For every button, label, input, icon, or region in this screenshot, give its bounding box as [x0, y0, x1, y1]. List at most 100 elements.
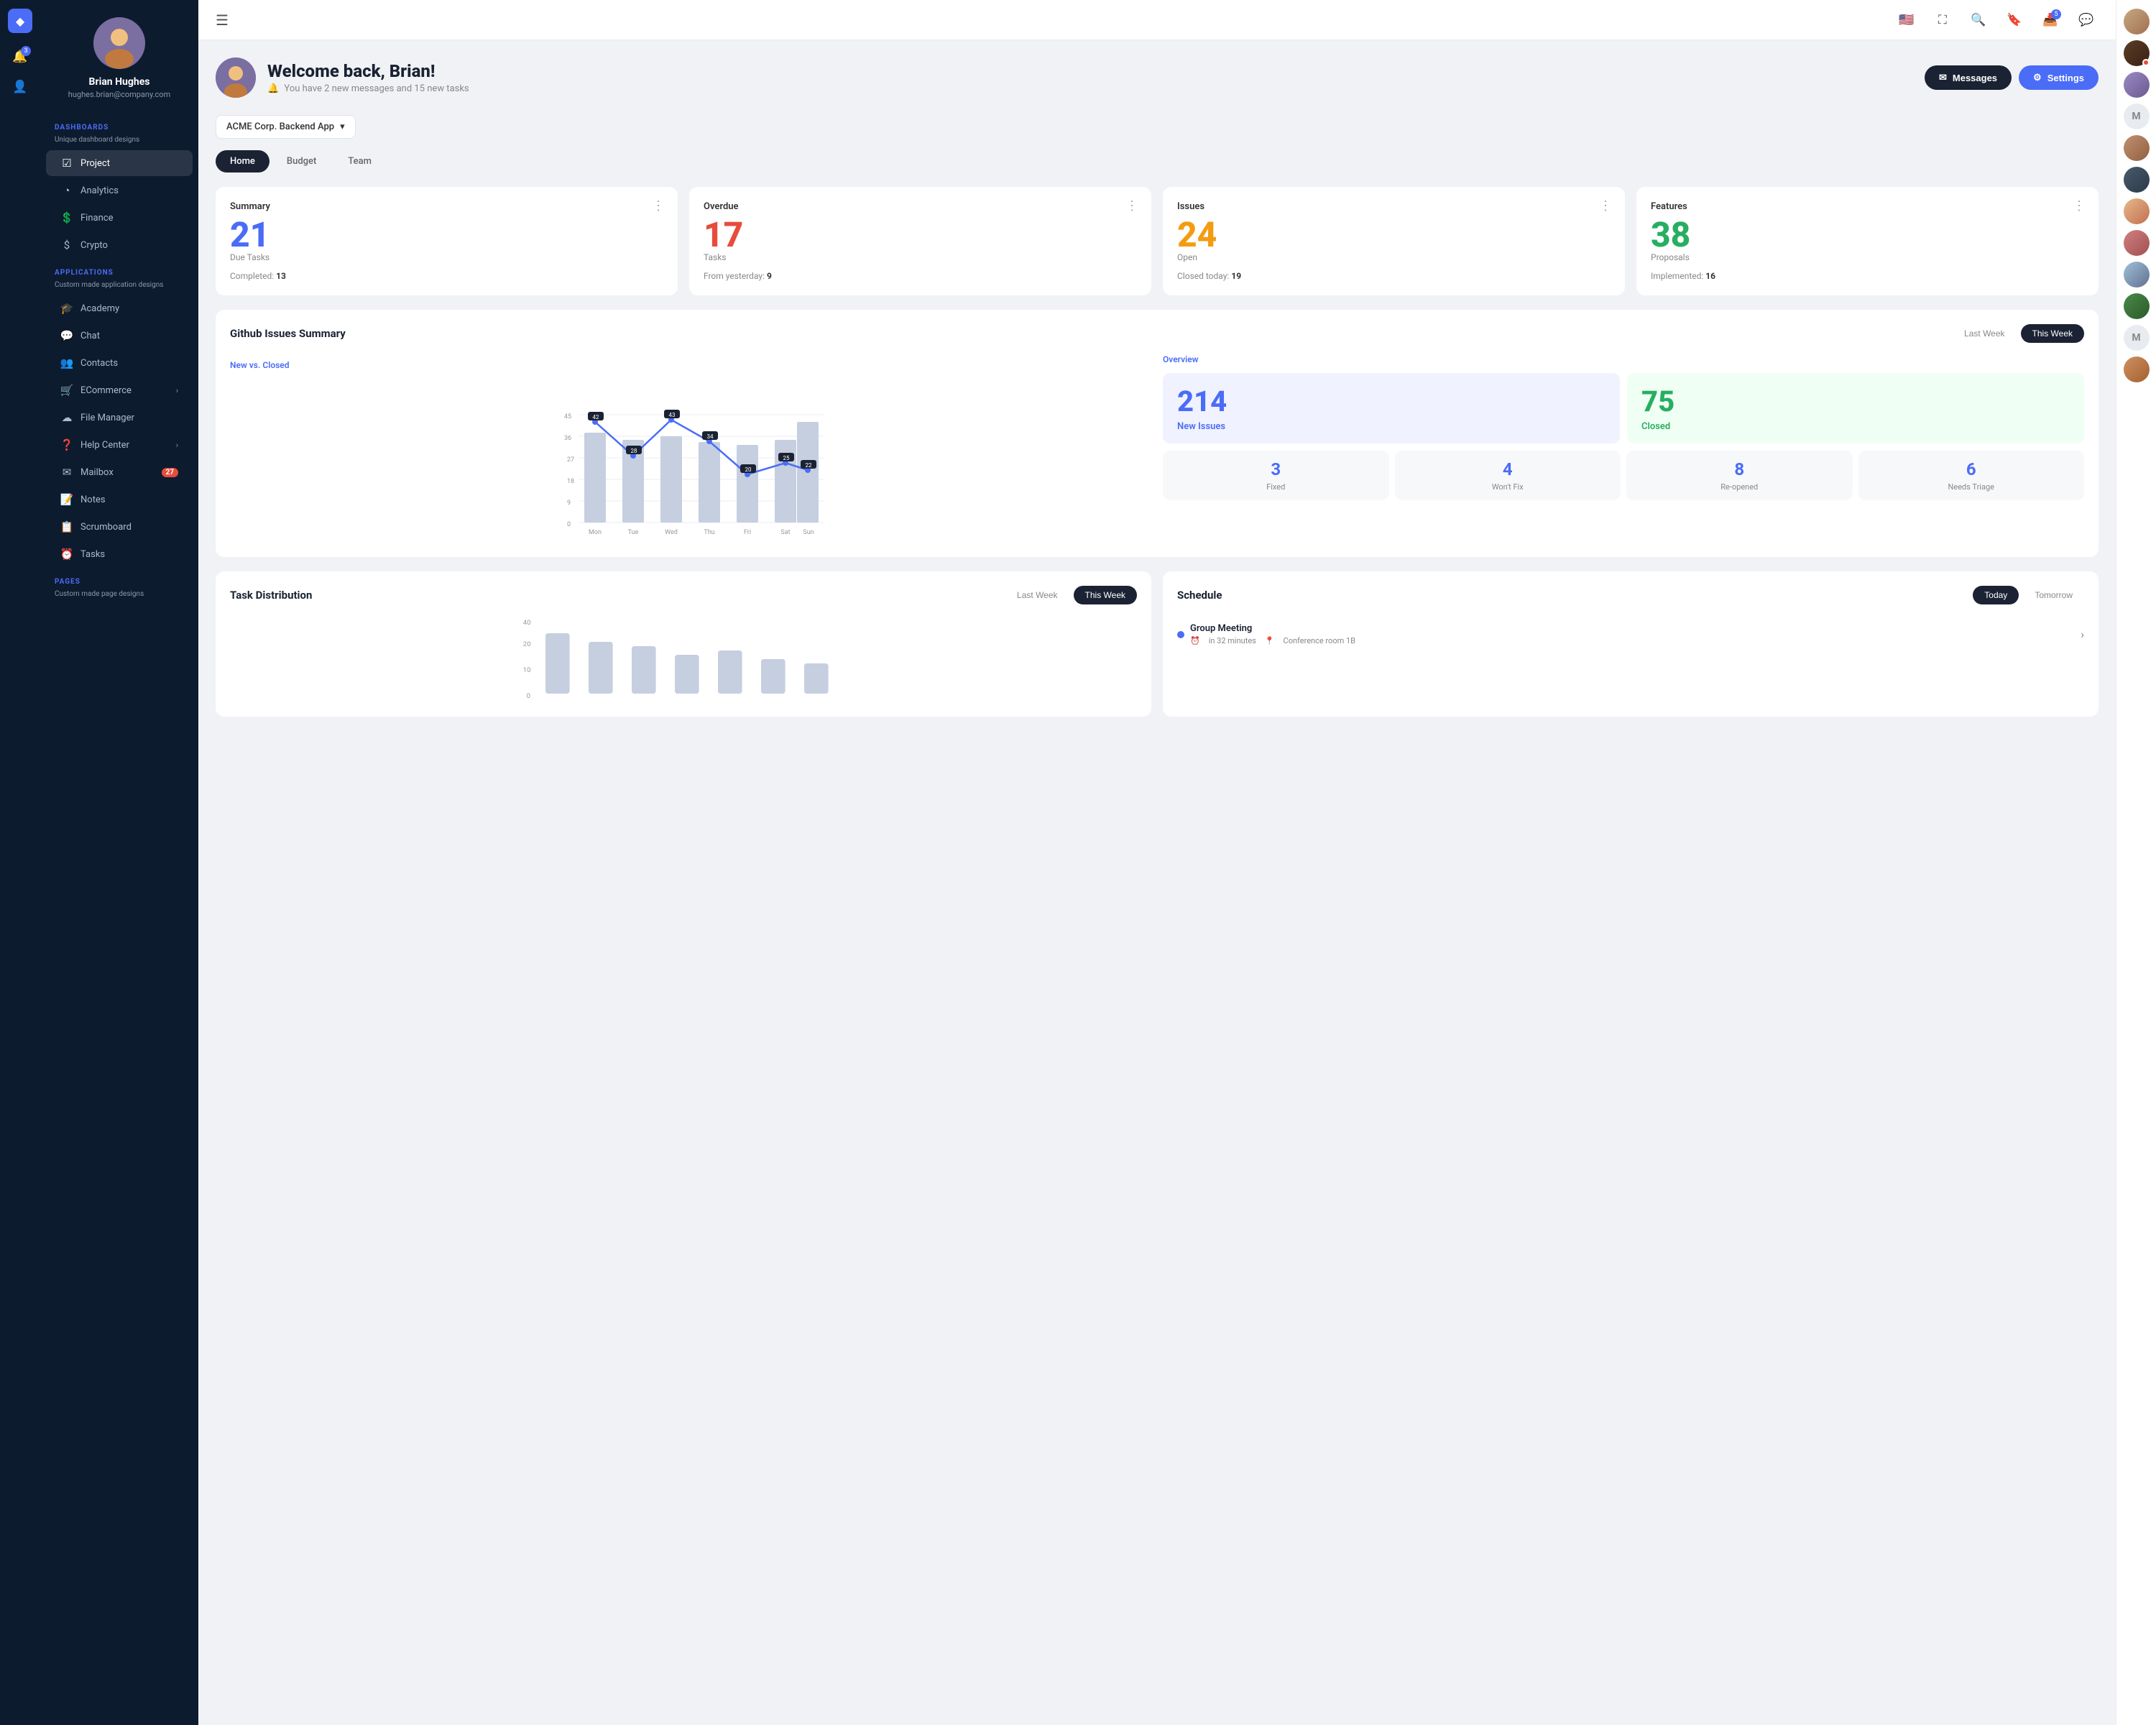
search-icon[interactable]: 🔍: [1966, 8, 1991, 32]
sidebar-item-notes[interactable]: 📝 Notes: [46, 487, 193, 512]
svg-text:Mon: Mon: [589, 529, 602, 536]
settings-button[interactable]: ⚙ Settings: [2019, 65, 2099, 90]
project-selector[interactable]: ACME Corp. Backend App ▾: [216, 115, 356, 139]
stat-overdue-number: 17: [704, 218, 1137, 252]
rp-avatar-2[interactable]: [2124, 72, 2150, 98]
stat-menu-icon[interactable]: ⋮: [1125, 198, 1140, 213]
main-area: ☰ 🇺🇸 ⛶ 🔍 🔖 📥 5 💬 Welcome back, Brian!: [198, 0, 2116, 1725]
stat-card-features: Features ⋮ 38 Proposals Implemented: 16: [1636, 187, 2099, 295]
welcome-avatar: [216, 58, 256, 98]
flag-icon[interactable]: 🇺🇸: [1894, 8, 1919, 32]
github-toggle: Last Week This Week: [1953, 324, 2084, 343]
rp-avatar-M2[interactable]: M: [2124, 325, 2150, 351]
svg-text:Wed: Wed: [665, 529, 678, 536]
notes-icon: 📝: [60, 493, 73, 506]
rp-avatar-M[interactable]: M: [2124, 104, 2150, 129]
sidebar-item-scrumboard[interactable]: 📋 Scrumboard: [46, 514, 193, 540]
menu-icon[interactable]: ☰: [216, 12, 229, 29]
rp-avatar-0[interactable]: [2124, 9, 2150, 34]
sidebar-item-academy[interactable]: 🎓 Academy: [46, 295, 193, 321]
bottom-row: Task Distribution Last Week This Week 0 …: [216, 571, 2099, 717]
project-icon: ☑: [60, 157, 73, 170]
sidebar-item-label: Tasks: [80, 549, 105, 560]
finance-icon: 💲: [60, 211, 73, 224]
stat-summary-number: 21: [230, 218, 663, 252]
user-profile-icon[interactable]: 👤: [8, 75, 32, 99]
content-area: Welcome back, Brian! 🔔 You have 2 new me…: [198, 40, 2116, 1725]
project-selector-label: ACME Corp. Backend App: [226, 121, 334, 132]
rp-avatar-11[interactable]: [2124, 356, 2150, 382]
sidebar-item-label: Project: [80, 158, 110, 169]
svg-text:22: 22: [806, 462, 812, 469]
this-week-toggle[interactable]: This Week: [2021, 324, 2084, 343]
rp-avatar-9[interactable]: [2124, 293, 2150, 319]
fixed-label: Fixed: [1171, 482, 1381, 492]
svg-text:34: 34: [707, 433, 714, 440]
tab-team[interactable]: Team: [333, 150, 386, 172]
stat-menu-icon[interactable]: ⋮: [1599, 198, 1613, 213]
stat-features-number: 38: [1651, 218, 2084, 252]
stat-menu-icon[interactable]: ⋮: [652, 198, 666, 213]
sidebar-item-ecommerce[interactable]: 🛒 ECommerce ›: [46, 377, 193, 403]
schedule-item-meta: ⏰ in 32 minutes 📍 Conference room 1B: [1190, 636, 1355, 645]
sidebar-item-project[interactable]: ☑ Project: [46, 150, 193, 176]
svg-text:42: 42: [593, 414, 599, 420]
notifications-icon[interactable]: 🔔 3: [8, 45, 32, 69]
last-week-toggle[interactable]: Last Week: [1953, 324, 2016, 343]
sidebar-item-helpcenter[interactable]: ❓ Help Center ›: [46, 432, 193, 458]
rp-avatar-1[interactable]: [2124, 40, 2150, 66]
rp-avatar-5[interactable]: [2124, 167, 2150, 193]
welcome-actions: ✉ Messages ⚙ Settings: [1925, 65, 2099, 90]
rp-avatar-7[interactable]: [2124, 230, 2150, 256]
github-title: Github Issues Summary: [230, 327, 346, 340]
sidebar-item-chat[interactable]: 💬 Chat: [46, 323, 193, 349]
overview-big-cards: 214 New Issues 75 Closed: [1163, 373, 2084, 443]
sidebar-item-finance[interactable]: 💲 Finance: [46, 205, 193, 231]
inbox-icon[interactable]: 📥 5: [2038, 8, 2063, 32]
dashboards-section-sub: Unique dashboard designs: [40, 136, 198, 150]
sidebar-item-crypto[interactable]: $ Crypto: [46, 232, 193, 258]
bookmark-icon[interactable]: 🔖: [2002, 8, 2027, 32]
app-logo[interactable]: ◆: [8, 9, 32, 33]
triage-card: 6 Needs Triage: [1858, 451, 2085, 500]
rp-avatar-4[interactable]: [2124, 135, 2150, 161]
rp-avatar-8[interactable]: [2124, 262, 2150, 288]
tab-budget[interactable]: Budget: [272, 150, 331, 172]
github-body: New vs. Closed 0 9 18 27 36 45: [230, 354, 2084, 543]
today-toggle[interactable]: Today: [1973, 586, 2019, 604]
sidebar-item-contacts[interactable]: 👥 Contacts: [46, 350, 193, 376]
sidebar-item-analytics[interactable]: ◔ Analytics: [46, 178, 193, 203]
tab-home[interactable]: Home: [216, 150, 270, 172]
sidebar-user-avatar: [93, 17, 145, 69]
academy-icon: 🎓: [60, 302, 73, 315]
gear-icon: ⚙: [2033, 72, 2042, 83]
topbar: ☰ 🇺🇸 ⛶ 🔍 🔖 📥 5 💬: [198, 0, 2116, 40]
reopened-card: 8 Re-opened: [1626, 451, 1853, 500]
stat-menu-icon[interactable]: ⋮: [2073, 198, 2087, 213]
sidebar-item-mailbox[interactable]: ✉ Mailbox 27: [46, 459, 193, 485]
svg-text:40: 40: [523, 619, 531, 627]
tomorrow-toggle[interactable]: Tomorrow: [2023, 586, 2084, 604]
closed-label: Closed: [1641, 421, 2070, 432]
svg-text:45: 45: [564, 413, 571, 420]
sidebar-item-filemanager[interactable]: ☁ File Manager: [46, 405, 193, 431]
svg-text:Fri: Fri: [744, 529, 751, 536]
task-last-week-toggle[interactable]: Last Week: [1005, 586, 1069, 604]
welcome-header: Welcome back, Brian! 🔔 You have 2 new me…: [216, 58, 2099, 98]
messages-button[interactable]: ✉ Messages: [1925, 65, 2012, 90]
expand-icon[interactable]: ⛶: [1930, 8, 1955, 32]
ecommerce-icon: 🛒: [60, 384, 73, 397]
fixed-card: 3 Fixed: [1163, 451, 1389, 500]
svg-text:Thu: Thu: [704, 529, 714, 536]
sidebar-item-tasks[interactable]: ⏰ Tasks: [46, 541, 193, 567]
tasks-icon: ⏰: [60, 548, 73, 561]
sidebar-item-label: Mailbox: [80, 467, 114, 478]
chevron-right-icon[interactable]: ›: [2081, 627, 2084, 641]
rp-avatar-6[interactable]: [2124, 198, 2150, 224]
location-icon: 📍: [1265, 636, 1275, 645]
github-chart-area: New vs. Closed 0 9 18 27 36 45: [230, 354, 1151, 543]
messages-icon[interactable]: 💬: [2074, 8, 2099, 32]
bar-mon: [584, 433, 606, 523]
task-this-week-toggle[interactable]: This Week: [1074, 586, 1137, 604]
svg-text:36: 36: [564, 435, 571, 442]
